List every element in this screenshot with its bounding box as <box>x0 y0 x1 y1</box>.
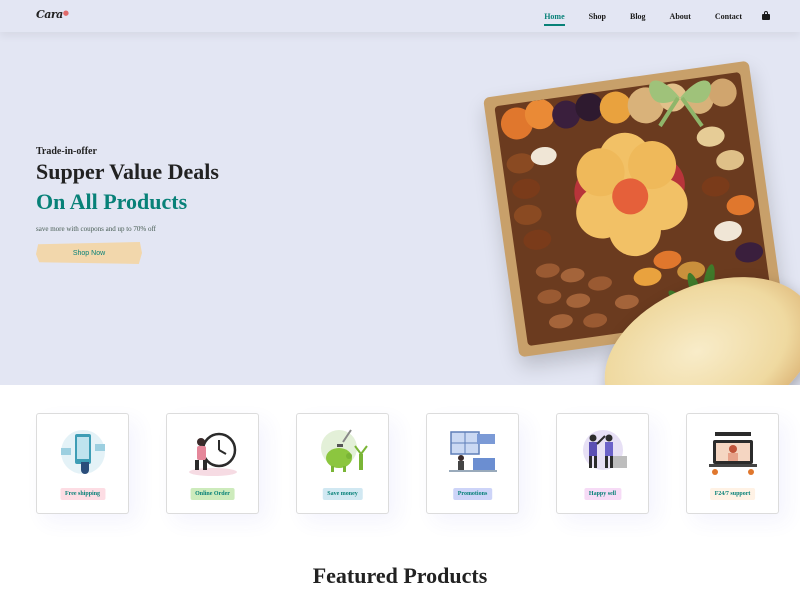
features-section: Free shipping Online Order Save money Pr… <box>0 385 800 545</box>
logo-text: Cara <box>36 8 63 21</box>
hero-headline: Supper Value Deals <box>36 159 219 184</box>
main-nav: Home Shop Blog About Contact <box>520 0 770 32</box>
delivery-phone-icon <box>61 430 105 474</box>
site-header: Cara● Home Shop Blog About Contact <box>0 0 800 32</box>
feature-label: Happy sell <box>583 488 622 500</box>
logo[interactable]: Cara● <box>36 8 69 21</box>
hero-text: Trade-in-offer Supper Value Deals On All… <box>36 146 219 264</box>
logo-mark: ● <box>62 8 69 17</box>
feature-label: Free shipping <box>59 488 106 500</box>
feature-card-save-money[interactable]: Save money <box>296 413 389 514</box>
hero-headline-accent: On All Products <box>36 189 188 214</box>
nav-contact-link[interactable]: Contact <box>715 12 742 21</box>
feature-card-promotions[interactable]: Promotions <box>426 413 519 514</box>
feature-card-support[interactable]: F24/7 support <box>686 413 779 514</box>
happy-people-icon <box>583 430 627 470</box>
hero-section: Trade-in-offer Supper Value Deals On All… <box>0 32 800 385</box>
promotion-board-icon <box>449 431 497 472</box>
feature-label: Online Order <box>190 488 235 500</box>
nav-blog-link[interactable]: Blog <box>630 12 646 21</box>
feature-label: F24/7 support <box>709 488 756 500</box>
ribbon-bow-icon <box>649 80 711 128</box>
nav-shop-link[interactable]: Shop <box>589 12 606 21</box>
piggy-bank-icon <box>321 429 368 472</box>
feature-card-happy-sell[interactable]: Happy sell <box>556 413 649 514</box>
clock-courier-icon <box>189 432 237 476</box>
shopping-bag-icon[interactable] <box>762 11 770 20</box>
shop-now-button[interactable]: Shop Now <box>36 242 142 264</box>
feature-card-free-shipping[interactable]: Free shipping <box>36 413 129 514</box>
feature-card-online-order[interactable]: Online Order <box>166 413 259 514</box>
hero-eyebrow: Trade-in-offer <box>36 146 97 157</box>
featured-products-title: Featured Products <box>312 563 488 588</box>
feature-label: Promotions <box>452 488 493 500</box>
nav-home-link[interactable]: Home <box>544 12 566 26</box>
nav-about-link[interactable]: About <box>670 12 691 21</box>
hero-subtext: save more with coupons and up to 70% off <box>36 225 157 233</box>
support-laptop-icon <box>709 432 757 475</box>
feature-label: Save money <box>322 488 363 500</box>
